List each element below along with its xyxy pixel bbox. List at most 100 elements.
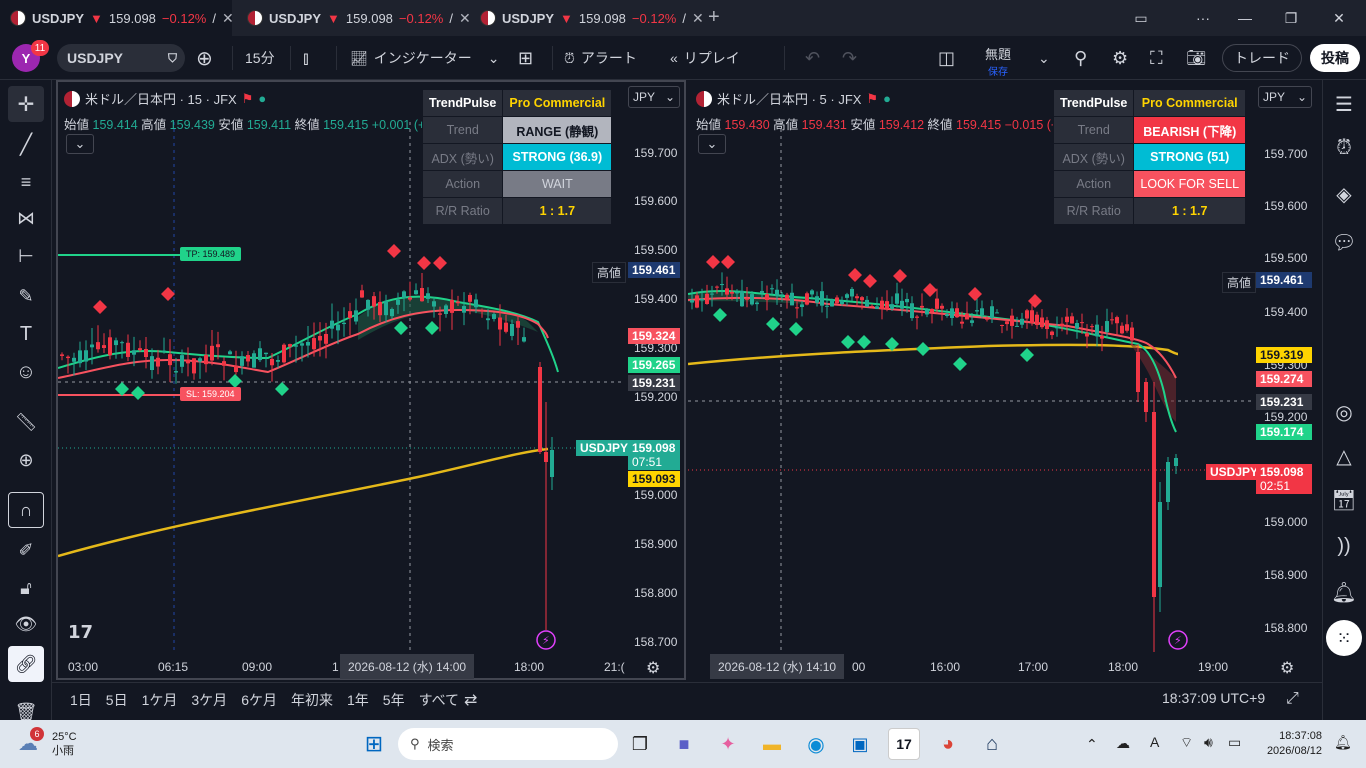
calendar-icon[interactable]: 📅︎ [1326,482,1362,518]
edge-icon[interactable]: ◉ [800,728,832,760]
apps-icon[interactable]: ⁙ [1326,620,1362,656]
range-6m[interactable]: 6ケ月 [241,690,277,710]
close-tab-icon[interactable]: ✕ [222,10,234,27]
battery-icon[interactable]: ▭ [1228,734,1241,751]
close-window-button[interactable]: ✕ [1316,0,1362,36]
minimize-button[interactable]: — [1222,0,1268,36]
goto-date-icon[interactable]: ⇄ [464,690,477,710]
teams-icon[interactable]: ■ [668,728,700,760]
range-1y[interactable]: 1年 [347,690,369,710]
magnet-icon[interactable]: ∩ [8,492,44,528]
crosshair-icon[interactable]: ✛ [8,86,44,122]
brush-icon[interactable]: ✎ [8,278,44,314]
range-ytd[interactable]: 年初来 [291,690,333,710]
close-tab-icon[interactable]: ✕ [692,10,704,27]
alert-button[interactable]: ⏰︎ アラート [564,44,637,72]
compare-symbol-icon[interactable]: ⊕ [196,44,213,72]
emoji-icon[interactable]: ☺ [8,354,44,390]
symbol-search[interactable]: USDJPY ⛉ [57,44,185,72]
chrome-icon[interactable]: ◕ [932,728,964,760]
watchlist-icon[interactable]: ☰ [1326,86,1362,122]
eye-icon[interactable]: 👁︎ [8,606,44,642]
ime-indicator[interactable]: A [1150,734,1159,750]
store-icon[interactable]: ▣ [844,728,876,760]
candle-body [920,305,924,308]
lock-icon[interactable]: 🔓︎ [8,570,44,606]
pattern-icon[interactable]: ⋈ [8,200,44,236]
browser-tab-3[interactable]: USDJPY ▼ 159.098 −0.12% / ✕ [470,0,704,36]
cloud-sync-icon[interactable]: ☁ [1116,735,1130,752]
forecast-icon[interactable]: ⊢ [8,238,44,274]
new-tab-button[interactable]: + [708,6,720,29]
range-all[interactable]: すべて [419,690,459,710]
range-1d[interactable]: 1日 [70,690,92,710]
range-5d[interactable]: 5日 [106,690,128,710]
candle-type-icon[interactable]: ⫾ [303,44,309,72]
collapse-legend-button[interactable]: ⌄ [66,134,94,154]
timezone-clock[interactable]: 18:37:09 UTC+9 [1162,690,1265,706]
chevron-up-icon[interactable]: ⌃ [1086,736,1098,753]
publish-button[interactable]: 投稿 [1310,44,1360,72]
range-5y[interactable]: 5年 [383,690,405,710]
range-3m[interactable]: 3ケ月 [191,690,227,710]
app-icon[interactable]: ⌂ [976,728,1008,760]
notification-bell-icon[interactable]: 🔔︎ [1334,734,1352,751]
chart-settings-icon[interactable]: ⚙ [646,658,660,678]
maximize-icon[interactable]: ⤢ [1286,690,1299,708]
range-1m[interactable]: 1ケ月 [142,690,178,710]
interval-button[interactable]: 15分 [245,44,275,72]
fullscreen-icon[interactable]: ⛶ [1150,44,1163,72]
close-tab-icon[interactable]: ✕ [459,10,471,27]
link-icon[interactable]: 🔗︎ [8,646,44,682]
pane2-legend[interactable]: 米ドル／日本円 · 5 · JFX ⚑ ● [696,89,891,108]
stream-icon[interactable]: )) [1326,528,1362,564]
alerts-clock-icon[interactable]: ⏰︎ [1326,130,1362,166]
ideas-icon[interactable]: △ [1326,438,1362,474]
camera-icon[interactable]: 📷︎ [1186,44,1206,72]
layout-name-button[interactable]: 無題 保存 [985,44,1011,78]
browser-tab-1[interactable]: USDJPY ▼ 159.098 −0.12% / ✕ [0,0,234,36]
layout-icon[interactable]: ▭ [1118,0,1164,36]
volume-icon[interactable]: 🔊︎ [1204,734,1213,751]
indicators-button[interactable]: 📈︎ インジケーター ⌄ [350,44,500,72]
chat-icon[interactable]: 💬︎ [1326,224,1362,260]
weather-widget[interactable]: 25°C 小雨 [52,730,77,758]
draw-lock-icon[interactable]: ✐ [8,532,44,568]
trendline-icon[interactable]: ╱ [8,126,44,162]
replay-button[interactable]: « リプレイ [670,44,740,72]
flag-marker-icon[interactable]: ⚑ [866,91,878,107]
taskbar-search[interactable]: ⚲ 検索 [398,728,618,760]
system-clock[interactable]: 18:37:08 2026/08/12 [1262,729,1322,759]
undo-icon[interactable]: ↶ [805,44,820,72]
currency-select[interactable]: JPY ⌄ [1258,86,1312,108]
redo-icon[interactable]: ↷ [842,44,857,72]
windows-start-icon[interactable]: ⊞ [358,728,390,760]
split-layout-icon[interactable]: ◫ [938,44,955,72]
wifi-icon[interactable]: ⌔ [1180,734,1193,752]
chevron-down-icon[interactable]: ⌄ [1038,44,1050,72]
more-icon[interactable]: ··· [1180,0,1226,36]
time-tick: 09:00 [242,660,273,674]
settings-icon[interactable]: ⚙ [1112,44,1128,72]
currency-select[interactable]: JPY ⌄ [628,86,680,108]
layout-grid-icon[interactable]: ⊞ [518,44,533,72]
collapse-legend-button[interactable]: ⌄ [698,134,726,154]
zoom-icon[interactable]: ⊕ [8,442,44,478]
browser-tab-2[interactable]: USDJPY ▼ 159.098 −0.12% / ✕ [237,0,471,36]
chart-settings-icon[interactable]: ⚙ [1280,658,1294,678]
flag-marker-icon[interactable]: ⚑ [242,91,254,107]
trade-button[interactable]: トレード [1222,44,1302,72]
text-icon[interactable]: T [8,316,44,352]
task-view-icon[interactable]: ❐ [624,728,656,760]
tradingview-icon[interactable]: 17 [888,728,920,760]
copilot-icon[interactable]: ✦ [712,728,744,760]
file-explorer-icon[interactable]: ▬ [756,728,788,760]
fib-icon[interactable]: ≡ [8,164,44,200]
notifications-icon[interactable]: 🔔︎ [1326,574,1362,610]
ruler-icon[interactable]: 📏︎ [8,404,44,440]
restore-button[interactable]: ❐ [1268,0,1314,36]
radar-icon[interactable]: ◎ [1326,394,1362,430]
pane1-legend[interactable]: 米ドル／日本円 · 15 · JFX ⚑ ● [64,89,266,108]
layers-icon[interactable]: ◈ [1326,176,1362,212]
quick-search-icon[interactable]: ⚲ [1074,44,1087,72]
